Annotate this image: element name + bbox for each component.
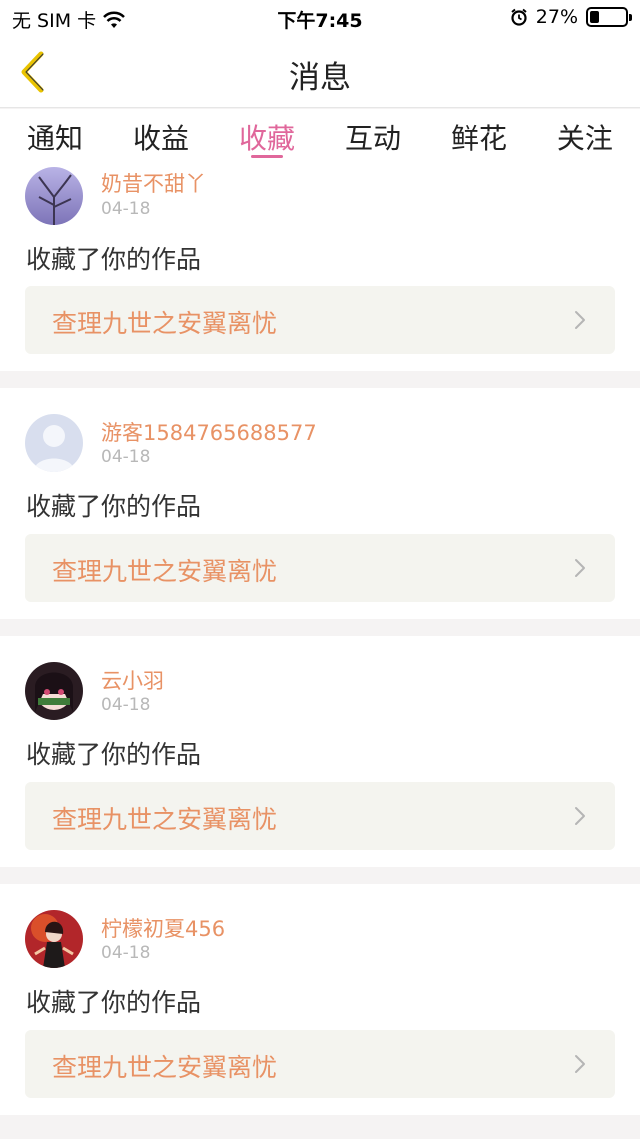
work-link[interactable]: 查理九世之安翼离忧	[25, 286, 615, 354]
status-bar: 无 SIM 卡 下午7:45 27%	[0, 0, 640, 36]
alarm-icon	[511, 8, 527, 26]
work-title: 查理九世之安翼离忧	[52, 805, 278, 834]
work-title: 查理九世之安翼离忧	[52, 557, 278, 586]
message-card: 柠檬初夏456 04-18 收藏了你的作品查理九世之安翼离忧	[0, 884, 640, 1115]
tab-flowers[interactable]: 鲜花	[451, 109, 507, 164]
avatar[interactable]	[25, 414, 83, 472]
message-feed: 奶昔不甜丫 04-18 收藏了你的作品 查理九世之安翼离忧 游客158476568857…	[0, 164, 640, 1132]
battery-icon	[586, 7, 632, 27]
username[interactable]: 游客1584765688577	[101, 417, 317, 447]
message-card: 游客1584765688577 04-18 收藏了你的作品查理九世之安翼离忧	[0, 388, 640, 619]
tab-bar: 通知 收益 收藏 互动 鲜花 关注	[0, 109, 640, 164]
username[interactable]: 柠檬初夏456	[101, 913, 225, 943]
status-right: 27%	[510, 6, 632, 28]
action-text: 收藏了你的作品	[26, 245, 202, 274]
nav-header: 消息	[0, 36, 640, 108]
avatar[interactable]	[25, 662, 83, 720]
work-link[interactable]: 查理九世之安翼离忧	[25, 782, 615, 850]
work-title: 查理九世之安翼离忧	[52, 309, 278, 338]
message-date: 04-18	[101, 943, 151, 963]
chevron-right-icon	[575, 559, 585, 577]
username[interactable]: 奶昔不甜丫	[101, 168, 206, 198]
tab-follow[interactable]: 关注	[557, 109, 613, 164]
tab-notice[interactable]: 通知	[27, 109, 83, 164]
message-card: 云小羽 04-18 收藏了你的作品查理九世之安翼离忧	[0, 636, 640, 867]
tab-earnings[interactable]: 收益	[133, 109, 189, 164]
work-link[interactable]: 查理九世之安翼离忧	[25, 534, 615, 602]
message-date: 04-18	[101, 695, 151, 715]
battery-percent: 27%	[535, 6, 578, 28]
work-title: 查理九世之安翼离忧	[52, 1053, 278, 1082]
page-title: 消息	[289, 60, 351, 96]
avatar[interactable]	[25, 167, 83, 225]
username[interactable]: 云小羽	[101, 665, 164, 695]
action-text: 收藏了你的作品	[26, 740, 202, 769]
chevron-right-icon	[575, 1055, 585, 1073]
message-date: 04-18	[101, 199, 151, 219]
action-text: 收藏了你的作品	[26, 988, 202, 1017]
avatar[interactable]	[25, 910, 83, 968]
chevron-right-icon	[575, 311, 585, 329]
action-text: 收藏了你的作品	[26, 492, 202, 521]
message-card: 奶昔不甜丫 04-18 收藏了你的作品查理九世之安翼离忧	[0, 164, 640, 371]
tab-favorites[interactable]: 收藏	[239, 109, 295, 164]
work-link[interactable]: 查理九世之安翼离忧	[25, 1030, 615, 1098]
tab-interaction[interactable]: 互动	[345, 109, 401, 164]
chevron-right-icon	[575, 807, 585, 825]
message-date: 04-18	[101, 447, 151, 467]
battery-fill	[590, 11, 599, 23]
